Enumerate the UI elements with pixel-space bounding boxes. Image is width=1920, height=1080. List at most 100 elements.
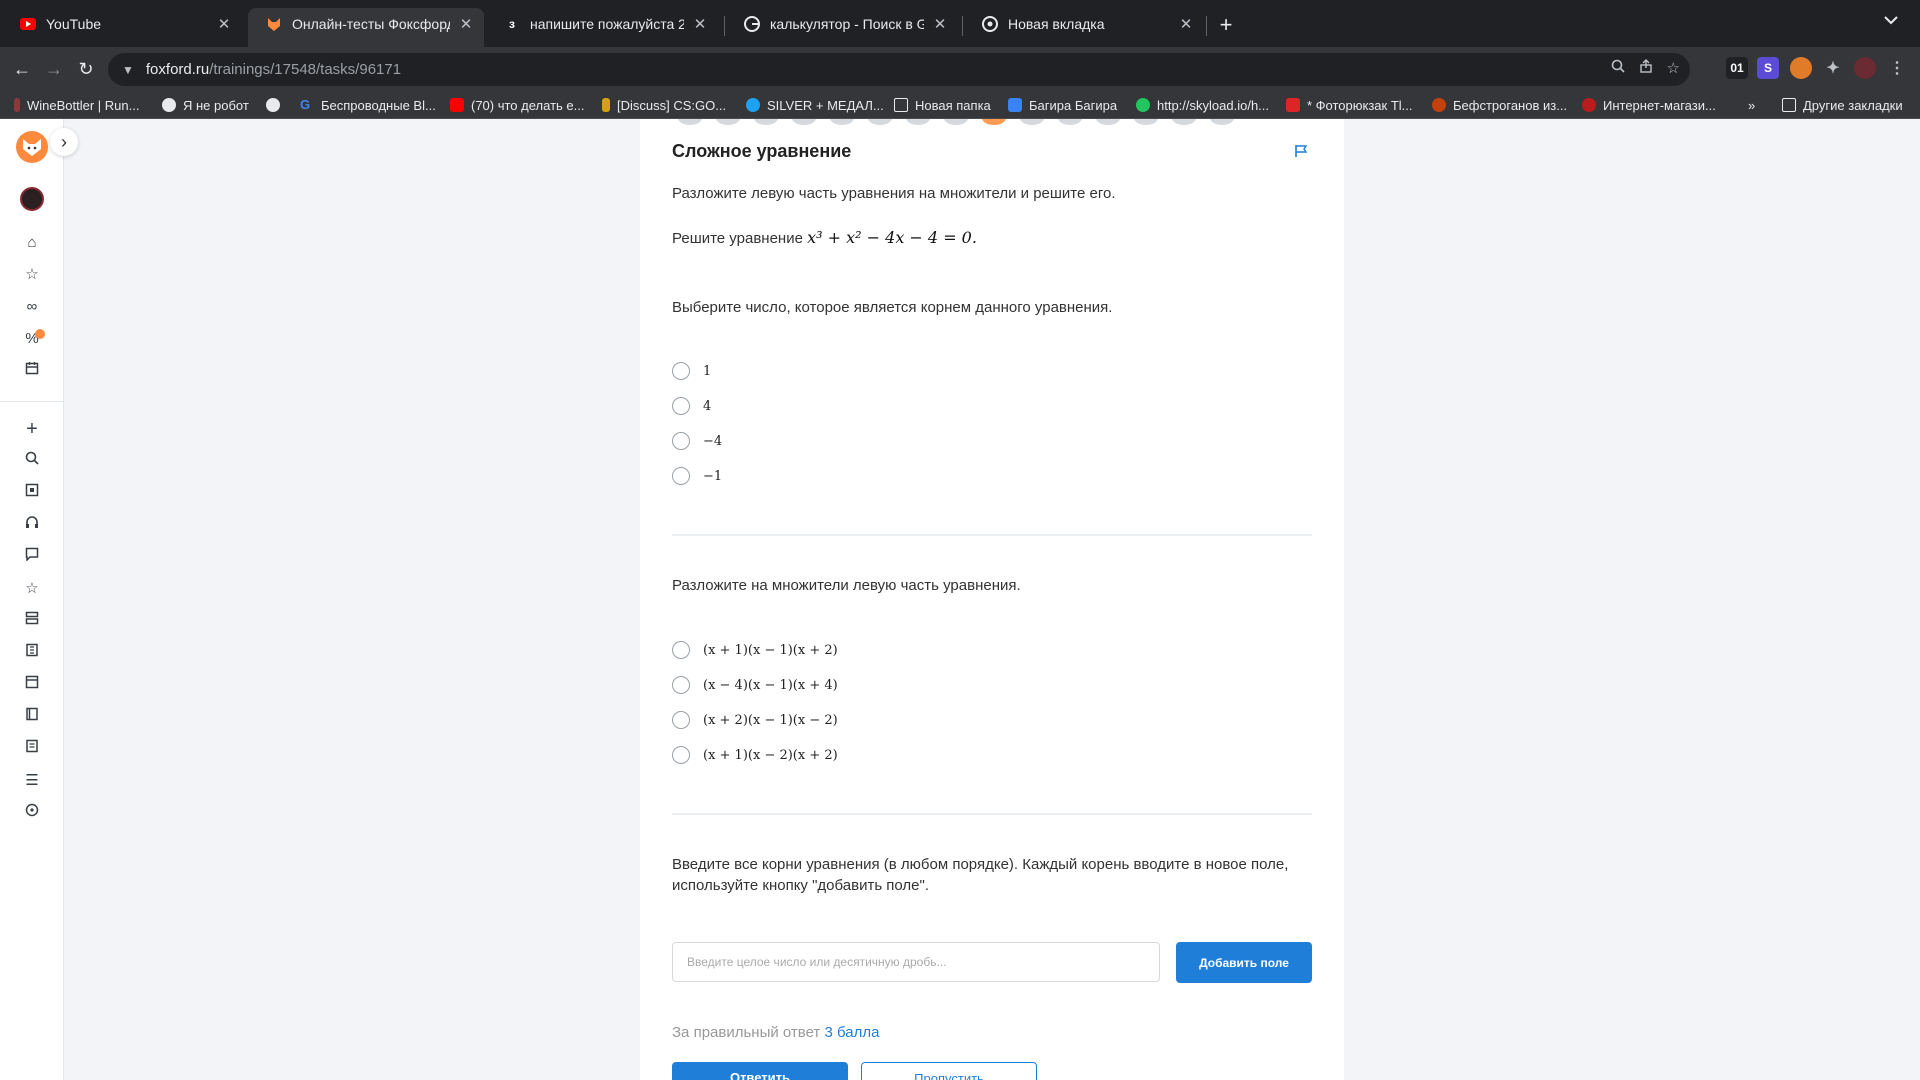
winebottler-icon	[14, 98, 20, 112]
root-answer-input[interactable]	[672, 942, 1160, 982]
bookmark-star-icon[interactable]: ☆	[1667, 59, 1680, 77]
close-tab-icon[interactable]: ✕	[1178, 15, 1194, 33]
calendar-icon[interactable]	[20, 359, 44, 383]
tab-znanija[interactable]: з напишите пожалуйста 21 воп ✕	[486, 8, 718, 40]
globe-icon	[266, 98, 280, 112]
task-dot[interactable]	[1172, 119, 1196, 125]
back-icon[interactable]: ←	[10, 57, 34, 81]
bookmark-item[interactable]: WineBottler | Run...	[14, 96, 139, 114]
tab-search-chevron-icon[interactable]	[1884, 12, 1898, 28]
bookmark-item[interactable]: G Беспроводные Bl...	[300, 96, 436, 114]
radio-button[interactable]	[672, 467, 690, 485]
address-bar[interactable]: ▼ foxford.ru/trainings/17548/tasks/96171…	[108, 53, 1690, 86]
q1-option[interactable]: 4	[672, 396, 711, 416]
foxford-logo-icon[interactable]	[16, 131, 48, 163]
task-dot-current[interactable]	[982, 119, 1006, 125]
task-dot[interactable]	[716, 119, 740, 125]
bookmark-item[interactable]: Я не робот	[162, 96, 249, 114]
radio-button[interactable]	[672, 362, 690, 380]
bookmark-item[interactable]: * Фоторюкзак Tl...	[1286, 96, 1413, 114]
bookmark-item[interactable]: Бефстроганов из...	[1432, 96, 1567, 114]
headphones-icon[interactable]	[20, 513, 44, 537]
browser-menu-icon[interactable]: ⋮	[1886, 57, 1908, 79]
share-icon[interactable]	[1639, 59, 1653, 77]
home-icon[interactable]: ⌂	[20, 231, 44, 255]
bookmark-item[interactable]: [Discuss] CS:GO...	[602, 96, 726, 114]
q1-option[interactable]: 1	[672, 361, 711, 381]
q1-option[interactable]: −1	[672, 466, 722, 486]
add-field-button[interactable]: Добавить поле	[1176, 942, 1312, 983]
building-icon[interactable]	[20, 641, 44, 665]
task-dot[interactable]	[1210, 119, 1234, 125]
task-dot[interactable]	[1096, 119, 1120, 125]
bookmark-item[interactable]: (70) что делать е...	[450, 96, 584, 114]
bookmark-item[interactable]: SILVER + МЕДАЛ...	[746, 96, 884, 114]
infinity-icon[interactable]: ∞	[20, 295, 44, 319]
q2-option[interactable]: (x + 1)(x − 2)(x + 2)	[672, 745, 838, 765]
tab-youtube[interactable]: YouTube ✕	[2, 8, 242, 40]
search-icon[interactable]	[20, 449, 44, 473]
avatar[interactable]	[20, 187, 44, 211]
chat-icon[interactable]	[20, 545, 44, 569]
tab-foxford[interactable]: Онлайн-тесты Фоксфорд | Ал ✕	[248, 8, 484, 47]
radio-button[interactable]	[672, 746, 690, 764]
new-tab-button[interactable]: +	[1214, 12, 1238, 38]
profile-avatar[interactable]	[1854, 57, 1876, 79]
other-bookmarks-folder[interactable]: Другие закладки	[1782, 96, 1903, 114]
bookmark-item[interactable]	[266, 96, 287, 114]
close-tab-icon[interactable]: ✕	[932, 15, 948, 33]
tab-google[interactable]: калькулятор - Поиск в Google ✕	[726, 8, 958, 40]
book-icon[interactable]	[20, 705, 44, 729]
tab-new[interactable]: Новая вкладка ✕	[964, 8, 1204, 40]
bookmark-folder[interactable]: Новая папка	[894, 96, 991, 114]
close-tab-icon[interactable]: ✕	[458, 15, 474, 33]
add-icon[interactable]: +	[20, 417, 44, 441]
q2-option[interactable]: (x + 2)(x − 1)(x − 2)	[672, 710, 838, 730]
extension-counter[interactable]: 01	[1726, 57, 1748, 79]
reload-icon[interactable]: ↻	[74, 57, 98, 81]
extensions-puzzle-icon[interactable]: ✦	[1822, 57, 1844, 79]
radio-button[interactable]	[672, 711, 690, 729]
site-info-chevron-icon[interactable]: ▼	[122, 63, 134, 77]
bookmark-item[interactable]: http://skyload.io/h...	[1136, 96, 1269, 114]
forward-icon[interactable]: →	[42, 57, 66, 81]
star-outline-icon[interactable]: ☆	[20, 577, 44, 601]
task-dot[interactable]	[868, 119, 892, 125]
radio-button[interactable]	[672, 641, 690, 659]
radio-button[interactable]	[672, 432, 690, 450]
close-tab-icon[interactable]: ✕	[692, 15, 708, 33]
task-dot[interactable]	[944, 119, 968, 125]
task-dot[interactable]	[678, 119, 702, 125]
task-dot[interactable]	[754, 119, 778, 125]
radio-button[interactable]	[672, 397, 690, 415]
skip-button[interactable]: Пропустить	[861, 1062, 1037, 1080]
task-dot[interactable]	[906, 119, 930, 125]
stack-icon[interactable]	[20, 609, 44, 633]
compass-icon[interactable]	[20, 801, 44, 825]
bookmark-item[interactable]: Багира Багира	[1008, 96, 1117, 114]
expand-sidebar-chevron-icon[interactable]: ›	[50, 128, 78, 156]
task-dot[interactable]	[830, 119, 854, 125]
more-bookmarks-icon[interactable]: »	[1748, 96, 1755, 114]
q2-option[interactable]: (x + 1)(x − 1)(x + 2)	[672, 640, 838, 660]
task-dot[interactable]	[1020, 119, 1044, 125]
list-icon[interactable]: ☰	[20, 769, 44, 793]
task-dot[interactable]	[792, 119, 816, 125]
extension-fox-icon[interactable]	[1790, 57, 1812, 79]
report-flag-icon[interactable]	[1294, 144, 1308, 162]
task-dot[interactable]	[1058, 119, 1082, 125]
q1-option[interactable]: −4	[672, 431, 722, 451]
radio-button[interactable]	[672, 676, 690, 694]
q2-option[interactable]: (x − 4)(x − 1)(x + 4)	[672, 675, 838, 695]
tasks-icon[interactable]	[20, 481, 44, 505]
extension-s-icon[interactable]: S	[1757, 57, 1779, 79]
submit-answer-button[interactable]: Ответить	[672, 1062, 848, 1080]
schedule-icon[interactable]	[20, 673, 44, 697]
close-tab-icon[interactable]: ✕	[216, 15, 232, 33]
star-icon[interactable]: ☆	[20, 263, 44, 287]
zoom-search-icon[interactable]	[1611, 59, 1625, 77]
bookmark-label: Новая папка	[915, 97, 991, 113]
document-icon[interactable]	[20, 737, 44, 761]
task-dot[interactable]	[1134, 119, 1158, 125]
bookmark-item[interactable]: Интернет-магази...	[1582, 96, 1716, 114]
